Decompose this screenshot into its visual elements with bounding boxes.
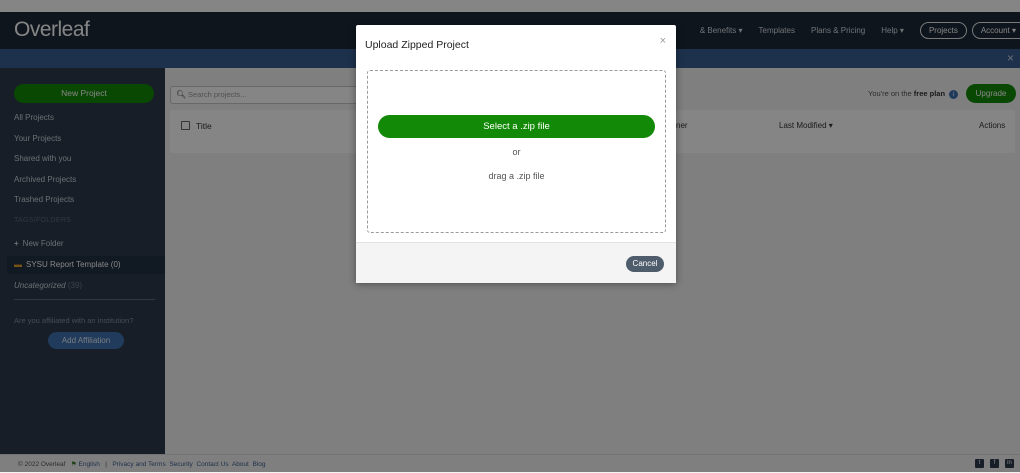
or-label: or xyxy=(512,147,521,157)
zip-dropzone[interactable]: Select a .zip file or drag a .zip file xyxy=(367,70,666,233)
upload-zip-modal: Upload Zipped Project × Select a .zip fi… xyxy=(356,25,676,283)
select-zip-button[interactable]: Select a .zip file xyxy=(378,115,655,138)
modal-footer: Cancel xyxy=(356,242,676,283)
close-icon[interactable]: × xyxy=(660,35,666,47)
cancel-button[interactable]: Cancel xyxy=(626,256,664,272)
drag-zip-label: drag a .zip file xyxy=(488,171,545,181)
modal-title: Upload Zipped Project xyxy=(365,39,469,51)
